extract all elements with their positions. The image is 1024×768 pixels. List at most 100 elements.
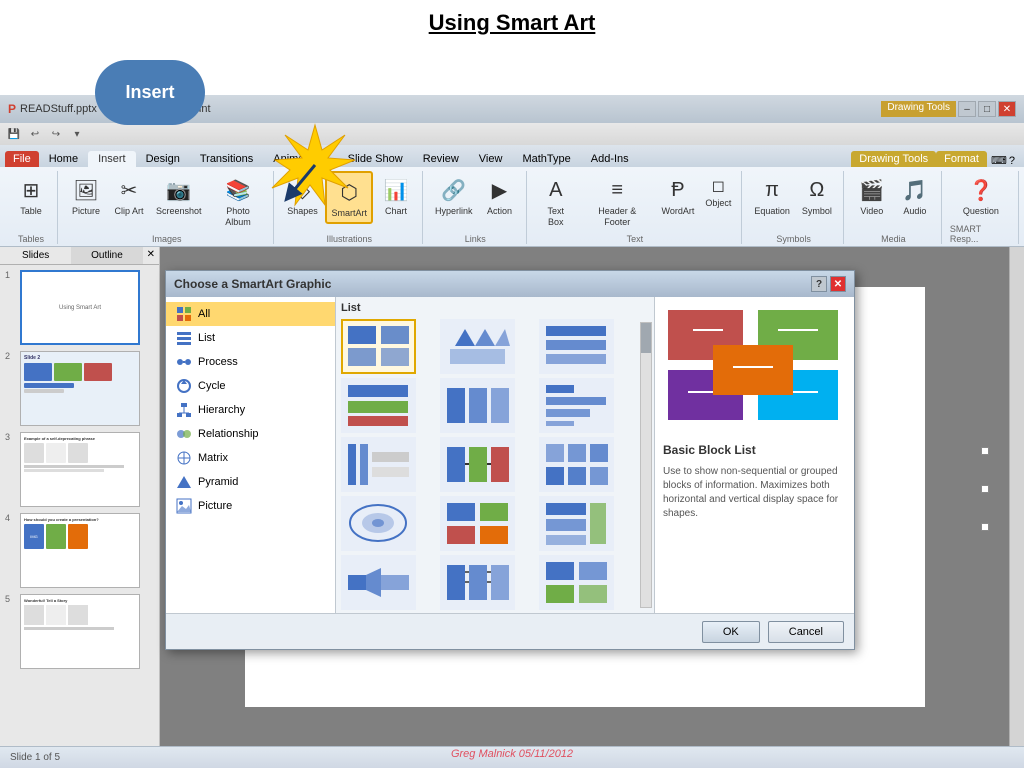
ribbon-btn-picture[interactable]: 🖼 Picture [66, 171, 106, 220]
smartart-item-9[interactable] [539, 437, 614, 492]
help-icon[interactable]: ⌨ [991, 154, 1007, 167]
smartart-item-5[interactable] [440, 378, 515, 433]
category-all[interactable]: All [166, 302, 335, 326]
relationship-category-icon [176, 426, 192, 442]
slide-thumb-5[interactable]: 5 Wonderful! Tell a Story [5, 594, 154, 669]
right-scrollbar[interactable] [1009, 247, 1024, 746]
ribbon-btn-headerfooter[interactable]: ≡ Header & Footer [580, 171, 655, 231]
smartart-item-15[interactable] [539, 555, 614, 610]
ribbon-btn-clipart[interactable]: ✂ Clip Art [109, 171, 149, 220]
tab-outline[interactable]: Outline [71, 247, 142, 264]
slide-thumb-4[interactable]: 4 How should you create a presentation? … [5, 513, 154, 588]
table-icon: ⊞ [15, 174, 47, 206]
ribbon-tabs: File Home Insert Design Transitions Anim… [0, 145, 1024, 167]
dialog-close-button[interactable]: ✕ [830, 276, 846, 292]
object-label: Object [705, 198, 731, 209]
links-group-label: Links [465, 234, 486, 244]
smartart-item-basic-block[interactable] [341, 319, 416, 374]
smartart-item-12[interactable] [539, 496, 614, 551]
ribbon-btn-wordart[interactable]: Ᵽ WordArt [657, 171, 698, 220]
tab-home[interactable]: Home [39, 151, 88, 167]
minimize-button[interactable]: – [958, 101, 976, 117]
tab-format[interactable]: Format [936, 151, 987, 167]
slide-thumb-2[interactable]: 2 Slide 2 [5, 351, 154, 426]
ribbon-group-text: A Text Box ≡ Header & Footer Ᵽ WordArt ◻… [529, 171, 743, 244]
footer-text: Greg Malnick 05/11/2012 [451, 748, 573, 760]
category-picture[interactable]: Picture [166, 494, 335, 518]
pyramid-category-icon [176, 474, 192, 490]
category-matrix[interactable]: Matrix [166, 446, 335, 470]
category-list[interactable]: List [166, 326, 335, 350]
ribbon-btn-object[interactable]: ◻ Object [701, 171, 735, 212]
picture-icon: 🖼 [70, 174, 102, 206]
ribbon-btn-video[interactable]: 🎬 Video [852, 171, 892, 220]
ribbon-btn-table[interactable]: ⊞ Table [11, 171, 51, 220]
dialog-ok-button[interactable]: OK [702, 621, 760, 643]
category-cycle[interactable]: Cycle [166, 374, 335, 398]
qa-save[interactable]: 💾 [5, 126, 23, 142]
slide-thumb-1[interactable]: 1 Using Smart Art [5, 270, 154, 345]
ribbon-btn-audio[interactable]: 🎵 Audio [895, 171, 935, 220]
qa-redo[interactable]: ↪ [47, 126, 65, 142]
smartart-item-2[interactable] [440, 319, 515, 374]
smartart-item-13[interactable] [341, 555, 416, 610]
ribbon-btn-action[interactable]: ▶ Action [480, 171, 520, 220]
category-process[interactable]: Process [166, 350, 335, 374]
qa-undo[interactable]: ↩ [26, 126, 44, 142]
ribbon-btn-screenshot[interactable]: 📷 Screenshot [152, 171, 206, 220]
tab-transitions[interactable]: Transitions [190, 151, 263, 167]
group-links-items: 🔗 Hyperlink ▶ Action [431, 171, 520, 232]
smartart-item-4[interactable] [341, 378, 416, 433]
smartart-item-11[interactable] [440, 496, 515, 551]
dialog-cancel-button[interactable]: Cancel [768, 621, 844, 643]
ribbon-btn-question[interactable]: ❓ Question [959, 171, 1003, 220]
object-icon: ◻ [706, 174, 730, 198]
ribbon-group-tables: ⊞ Table Tables [5, 171, 58, 244]
tab-file[interactable]: File [5, 151, 39, 167]
ribbon-btn-chart[interactable]: 📊 Chart [376, 171, 416, 220]
page-title-area: Using Smart Art [0, 0, 1024, 41]
ribbon-btn-hyperlink[interactable]: 🔗 Hyperlink [431, 171, 477, 220]
screenshot-label: Screenshot [156, 206, 202, 217]
grid-scrollbar-thumb[interactable] [641, 323, 651, 353]
smartart-item-14[interactable] [440, 555, 515, 610]
tab-drawing-tools[interactable]: Drawing Tools [851, 151, 936, 167]
qa-more[interactable]: ▾ [68, 126, 86, 142]
category-relationship[interactable]: Relationship [166, 422, 335, 446]
dialog-help-button[interactable]: ? [811, 276, 827, 292]
category-pyramid[interactable]: Pyramid [166, 470, 335, 494]
ribbon-btn-photoalbum[interactable]: 📚 Photo Album [208, 171, 267, 231]
ribbon-btn-equation[interactable]: π Equation [750, 171, 794, 220]
smartart-item-7[interactable] [341, 437, 416, 492]
ribbon-group-images: 🖼 Picture ✂ Clip Art 📷 Screenshot 📚 Phot… [60, 171, 274, 244]
maximize-button[interactable]: □ [978, 101, 996, 117]
grid-scrollbar[interactable] [640, 322, 652, 608]
tab-view[interactable]: View [469, 151, 513, 167]
close-button[interactable]: ✕ [998, 101, 1016, 117]
ribbon-btn-textbox[interactable]: A Text Box [535, 171, 577, 231]
picture-category-icon [176, 498, 192, 514]
smartart-item-8[interactable] [440, 437, 515, 492]
category-pyramid-label: Pyramid [198, 476, 238, 488]
all-category-icon [176, 306, 192, 322]
starburst-indicator [270, 120, 360, 210]
tab-addins[interactable]: Add-Ins [581, 151, 639, 167]
smartart-item-6[interactable] [539, 378, 614, 433]
close-panel-button[interactable]: ✕ [143, 247, 159, 264]
table-label: Table [20, 206, 42, 217]
tab-mathtype[interactable]: MathType [512, 151, 580, 167]
matrix-category-icon [176, 450, 192, 466]
ribbon-btn-symbol[interactable]: Ω Symbol [797, 171, 837, 220]
tab-review[interactable]: Review [413, 151, 469, 167]
smartart-item-10[interactable] [341, 496, 416, 551]
screenshot-icon: 📷 [163, 174, 195, 206]
question-icon[interactable]: ? [1009, 155, 1015, 167]
slide-num-3: 3 [5, 432, 15, 442]
tab-insert[interactable]: Insert [88, 151, 136, 167]
slide-thumb-3[interactable]: 3 Example of a self-deprecating phrase [5, 432, 154, 507]
tab-slides[interactable]: Slides [0, 247, 71, 264]
category-hierarchy[interactable]: Hierarchy [166, 398, 335, 422]
smartart-item-3[interactable] [539, 319, 614, 374]
photoalbum-icon: 📚 [222, 174, 254, 206]
tab-design[interactable]: Design [136, 151, 190, 167]
